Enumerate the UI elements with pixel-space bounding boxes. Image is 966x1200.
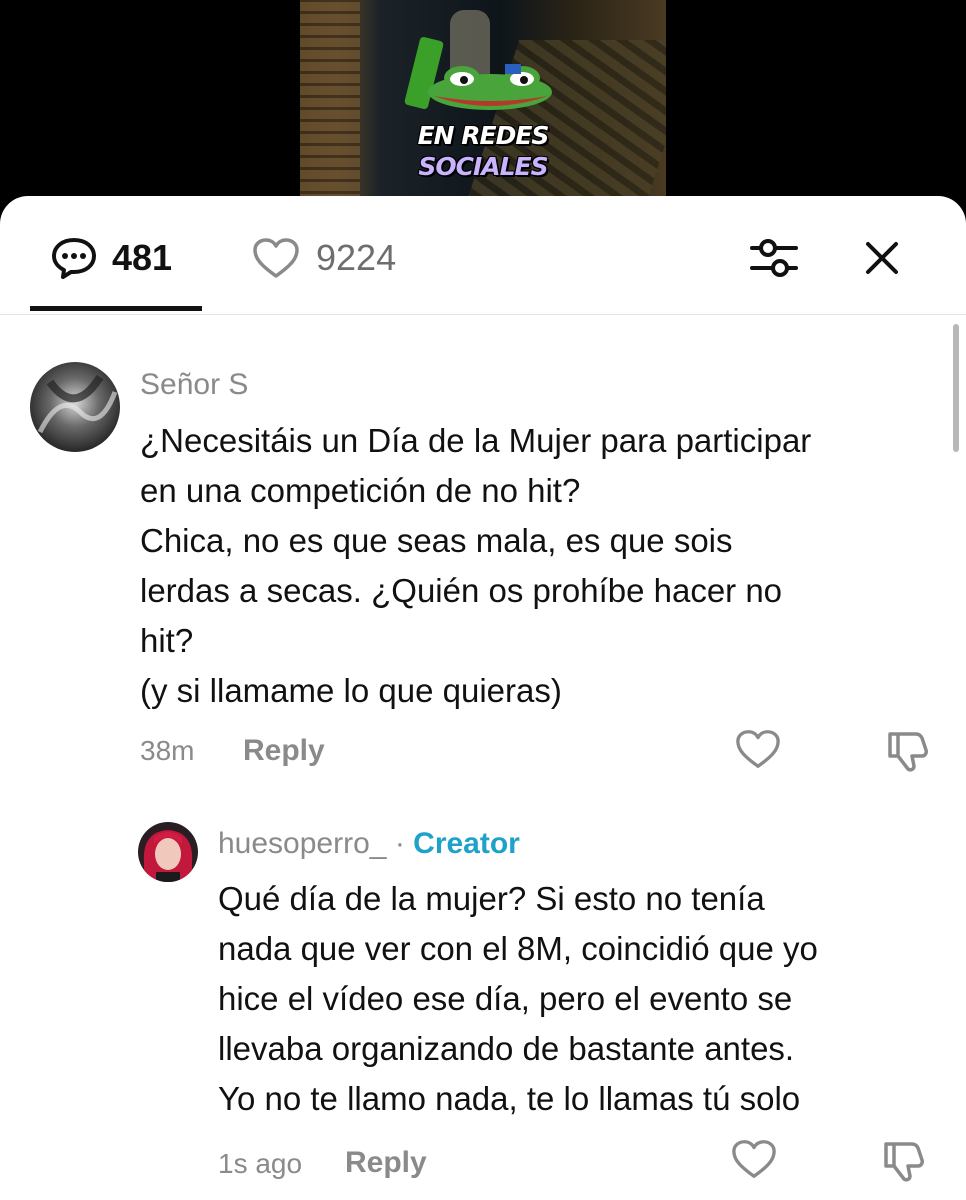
thumbs-down-icon [888, 732, 928, 772]
comments-sheet: 481 9224 Señor S ¿Necesitáis un Día de l… [0, 196, 966, 1200]
creator-badge: Creator [413, 827, 520, 860]
comment-timestamp: 38m [140, 735, 195, 766]
reply-button[interactable]: Reply [243, 734, 325, 768]
heart-outline-icon [736, 730, 780, 768]
pepe-frog-sticker [428, 64, 552, 110]
comment-text: Qué día de la mujer? Si esto no tenía na… [218, 880, 818, 1117]
like-comment-button[interactable] [735, 728, 781, 774]
comment-item: Señor S ¿Necesitáis un Día de la Mujer p… [0, 196, 966, 796]
video-caption-line1: EN REDES [417, 121, 550, 150]
comment-username[interactable]: Señor S [140, 368, 248, 402]
comment-text: ¿Necesitáis un Día de la Mujer para part… [140, 422, 812, 709]
video-preview[interactable]: EN REDES SOCIALES [300, 0, 666, 215]
dislike-comment-button[interactable] [884, 728, 930, 774]
heart-outline-icon [732, 1140, 776, 1178]
reply-button[interactable]: Reply [345, 1146, 427, 1180]
like-comment-button[interactable] [731, 1138, 777, 1184]
comment-username-row: huesoperro_ · Creator [218, 827, 520, 861]
video-caption-line2: SOCIALES [418, 152, 548, 181]
comment-reply-item: huesoperro_ · Creator Qué día de la muje… [0, 796, 966, 1200]
avatar-image [138, 822, 198, 882]
thumbs-down-icon [884, 1142, 924, 1182]
video-wall-texture [300, 0, 360, 215]
avatar[interactable] [138, 822, 198, 882]
avatar[interactable] [30, 362, 120, 452]
tiktok-comments-screen: EN REDES SOCIALES 481 9224 Señor S ¿Nece… [0, 0, 966, 1200]
comment-username[interactable]: huesoperro_ [218, 827, 386, 860]
avatar-image [30, 362, 120, 452]
separator-dot: · [394, 827, 405, 860]
dislike-comment-button[interactable] [880, 1138, 926, 1184]
comment-timestamp: 1s ago [218, 1148, 303, 1179]
